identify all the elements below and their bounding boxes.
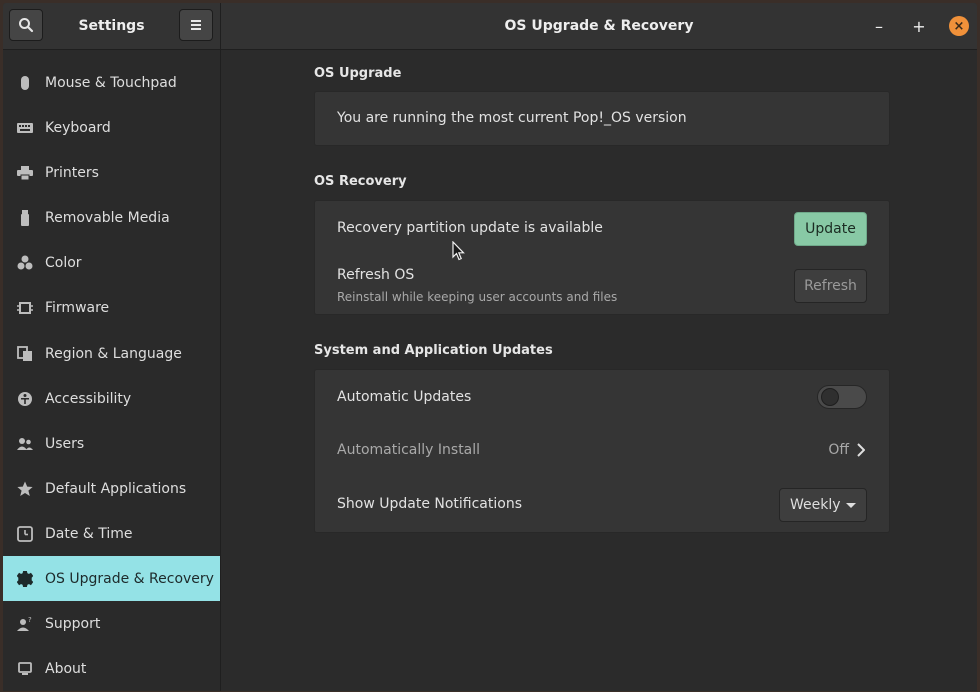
automatically-install-row[interactable]: Automatically Install Off <box>315 424 889 478</box>
hamburger-icon <box>191 20 201 30</box>
refresh-os-sublabel: Reinstall while keeping user accounts an… <box>337 290 618 304</box>
sidebar-item-label: Color <box>45 254 82 271</box>
sidebar-item-mouse-touchpad[interactable]: Mouse & Touchpad <box>3 60 220 105</box>
sidebar-item-about[interactable]: About <box>3 646 220 691</box>
close-button[interactable]: × <box>949 16 969 36</box>
update-button[interactable]: Update <box>794 212 867 246</box>
automatically-install-value: Off <box>828 442 849 458</box>
refresh-os-label: Refresh OS <box>337 267 415 283</box>
refresh-button[interactable]: Refresh <box>794 269 867 303</box>
svg-text:?: ? <box>28 616 32 624</box>
support-icon: ? <box>17 616 33 632</box>
sidebar-header: Settings <box>3 3 221 50</box>
sidebar-item-color[interactable]: Color <box>3 240 220 285</box>
recovery-update-label: Recovery partition update is available <box>337 220 603 236</box>
update-notifications-row: Show Update Notifications Weekly <box>315 478 889 534</box>
sidebar-item-printers[interactable]: Printers <box>3 150 220 195</box>
sidebar-item-label: Users <box>45 435 85 452</box>
os-recovery-card: Recovery partition update is available U… <box>314 200 890 315</box>
mouse-icon <box>17 75 33 91</box>
sidebar-item-accessibility[interactable]: Accessibility <box>3 376 220 421</box>
accessibility-icon <box>17 391 33 407</box>
mouse-pointer-icon <box>452 241 465 261</box>
language-icon <box>17 345 33 362</box>
sidebar-item-label: About <box>45 660 87 677</box>
sidebar-item-label: Date & Time <box>45 525 133 542</box>
updates-card: Automatic Updates Automatically Install … <box>314 369 890 533</box>
menu-button[interactable] <box>179 9 213 41</box>
sidebar-item-label: Default Applications <box>45 480 187 497</box>
sidebar-item-label: Region & Language <box>45 345 182 362</box>
printer-icon <box>17 165 33 181</box>
star-icon <box>17 481 33 497</box>
sidebar-item-label: Removable Media <box>45 209 170 226</box>
recovery-update-row: Recovery partition update is available U… <box>315 201 889 257</box>
refresh-os-row: Refresh OS Reinstall while keeping user … <box>315 257 889 316</box>
toggle-knob <box>821 388 839 406</box>
chevron-down-icon <box>846 503 856 508</box>
sidebar-item-default-applications[interactable]: Default Applications <box>3 466 220 511</box>
minimize-button[interactable]: – <box>867 14 891 38</box>
os-upgrade-card: You are running the most current Pop!_OS… <box>314 91 890 146</box>
automatic-updates-toggle[interactable] <box>817 385 867 409</box>
sidebar-item-keyboard[interactable]: Keyboard <box>3 105 220 150</box>
section-title-os-upgrade: OS Upgrade <box>314 66 402 81</box>
section-title-updates: System and Application Updates <box>314 343 553 358</box>
sidebar-item-label: Keyboard <box>45 119 111 136</box>
update-notifications-label: Show Update Notifications <box>337 496 523 512</box>
sidebar-item-os-upgrade-recovery[interactable]: OS Upgrade & Recovery <box>3 556 220 601</box>
color-icon <box>17 255 33 271</box>
chevron-right-icon <box>857 443 865 457</box>
sidebar-item-label: Mouse & Touchpad <box>45 74 177 91</box>
keyboard-icon <box>17 120 33 136</box>
sidebar-item-removable-media[interactable]: Removable Media <box>3 195 220 240</box>
section-title-os-recovery: OS Recovery <box>314 174 407 189</box>
search-button[interactable] <box>9 9 43 41</box>
search-icon <box>19 18 34 33</box>
dropdown-value: Weekly <box>790 497 841 513</box>
sidebar-item-label: Printers <box>45 164 99 181</box>
sidebar-item-label: OS Upgrade & Recovery <box>45 570 214 587</box>
maximize-button[interactable]: + <box>907 14 931 38</box>
sidebar-item-label: Support <box>45 615 101 632</box>
automatically-install-label: Automatically Install <box>337 442 481 458</box>
main-header: OS Upgrade & Recovery – + × <box>221 3 977 50</box>
sidebar-item-label: Firmware <box>45 299 110 316</box>
update-notifications-dropdown[interactable]: Weekly <box>779 488 867 522</box>
sidebar-item-label: Accessibility <box>45 390 132 407</box>
users-icon <box>17 436 33 452</box>
clock-icon <box>17 525 33 542</box>
usb-drive-icon <box>17 209 33 226</box>
sidebar: Mouse & Touchpad Keyboard Printers Remov… <box>3 50 221 691</box>
os-upgrade-message: You are running the most current Pop!_OS… <box>337 110 687 126</box>
sidebar-item-firmware[interactable]: Firmware <box>3 285 220 330</box>
settings-window: Settings OS Upgrade & Recovery – + × Mou… <box>3 3 977 691</box>
sidebar-item-date-time[interactable]: Date & Time <box>3 511 220 556</box>
gear-icon <box>17 570 33 587</box>
info-icon <box>17 661 33 677</box>
sidebar-item-region-language[interactable]: Region & Language <box>3 331 220 376</box>
sidebar-item-support[interactable]: ? Support <box>3 601 220 646</box>
automatic-updates-label: Automatic Updates <box>337 389 472 405</box>
chip-icon <box>17 300 33 316</box>
automatic-updates-row: Automatic Updates <box>315 370 889 424</box>
page-title: OS Upgrade & Recovery <box>504 18 694 34</box>
sidebar-item-users[interactable]: Users <box>3 421 220 466</box>
main-content: OS Upgrade You are running the most curr… <box>221 50 977 691</box>
